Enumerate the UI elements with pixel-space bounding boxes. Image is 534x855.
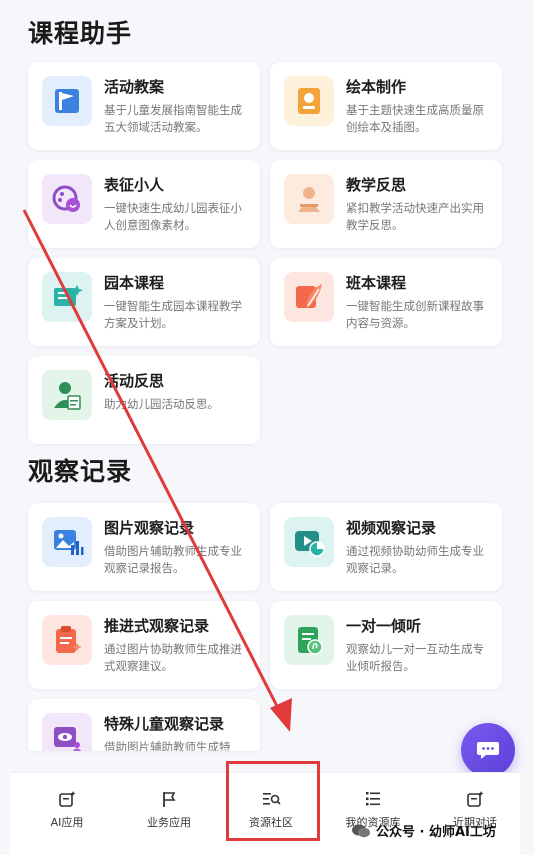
annotation-arrow-line (22, 209, 282, 713)
app-screen: 课程助手 活动教案 基于儿童发展指南智能生成五大领域活动教案。 绘本制作 基于主… (0, 0, 534, 855)
annotation-highlight-box (226, 761, 320, 841)
annotation-overlay (22, 209, 292, 732)
watermark: 公众号 · 幼师AI工坊 (352, 821, 496, 840)
wechat-icon (352, 824, 370, 838)
annotation-arrow-head (270, 698, 292, 732)
watermark-text: 公众号 · 幼师AI工坊 (376, 825, 496, 840)
